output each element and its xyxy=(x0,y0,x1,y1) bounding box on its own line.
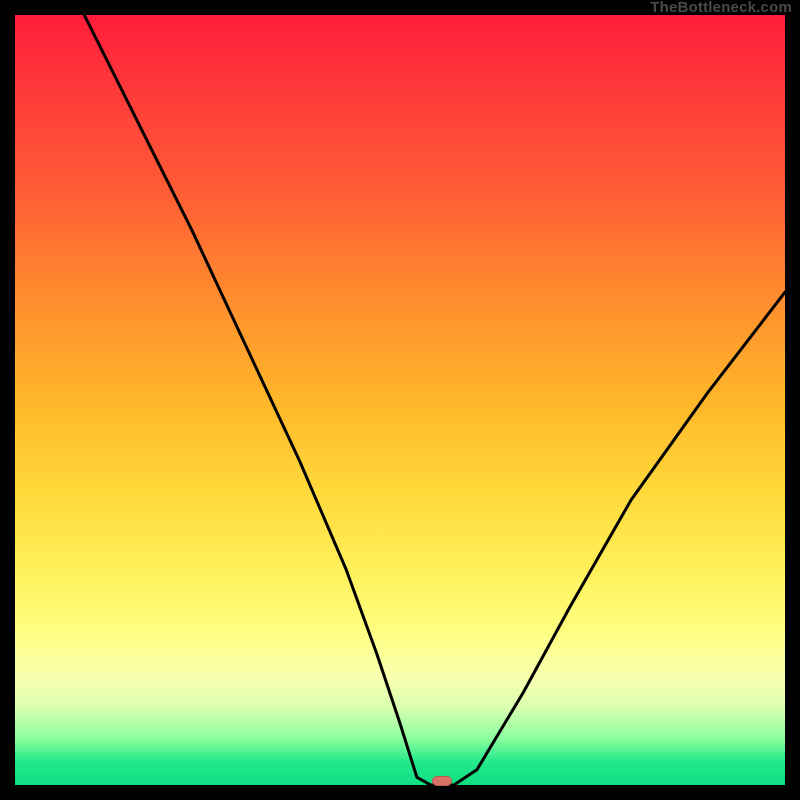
chart-frame: TheBottleneck.com xyxy=(0,0,800,800)
watermark-text: TheBottleneck.com xyxy=(650,0,792,15)
plot-area xyxy=(15,15,785,785)
bottleneck-curve xyxy=(84,15,785,785)
min-marker xyxy=(432,776,452,786)
curve-svg xyxy=(15,15,785,785)
